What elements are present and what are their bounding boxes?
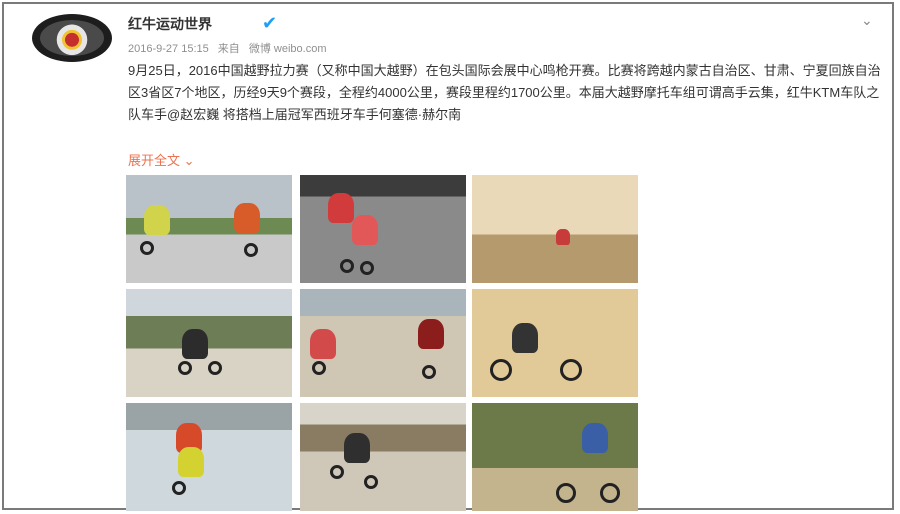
wheel-shape <box>556 483 576 503</box>
photo-4[interactable] <box>126 289 292 397</box>
post-menu-chevron-down-icon[interactable]: ⌄ <box>861 12 873 29</box>
photo-grid <box>126 175 638 511</box>
rider-shape <box>582 423 608 453</box>
wheel-shape <box>364 475 378 489</box>
rider-shape <box>556 229 570 245</box>
post-meta: 2016-9-27 15:15 来自 微博 weibo.com <box>128 40 333 56</box>
wheel-shape <box>422 365 436 379</box>
verified-badge-icon: ✔ <box>262 13 278 33</box>
wheel-shape <box>312 361 326 375</box>
post-source[interactable]: 微博 weibo.com <box>249 43 327 55</box>
expand-label[interactable]: 展开全文 <box>128 153 180 168</box>
rider-shape <box>328 193 354 223</box>
expand-full-text-link[interactable]: 展开全文 ⌄ <box>128 150 195 169</box>
wheel-shape <box>600 483 620 503</box>
photo-6[interactable] <box>472 289 638 397</box>
rider-shape <box>182 329 208 359</box>
rider-shape <box>178 447 204 477</box>
photo-2[interactable] <box>300 175 466 283</box>
weibo-post-card: 红牛运动世界 ✔ ⌄ 2016-9-27 15:15 来自 微博 weibo.c… <box>2 2 894 511</box>
post-text: 9月25日，2016中国越野拉力赛（又称中国大越野）在包头国际会展中心鸣枪开赛。… <box>128 63 881 122</box>
wheel-shape <box>340 259 354 273</box>
author-name[interactable]: 红牛运动世界 <box>128 14 212 34</box>
wheel-shape <box>178 361 192 375</box>
rider-shape <box>234 203 260 233</box>
rider-shape <box>512 323 538 353</box>
wheel-shape <box>244 243 258 257</box>
photo-8[interactable] <box>300 403 466 511</box>
post-timestamp[interactable]: 2016-9-27 15:15 <box>128 43 209 55</box>
wheel-shape <box>172 481 186 495</box>
wheel-shape <box>140 241 154 255</box>
rider-shape <box>144 205 170 235</box>
wheel-shape <box>330 465 344 479</box>
photo-5[interactable] <box>300 289 466 397</box>
wheel-shape <box>490 359 512 381</box>
chevron-down-icon: ⌄ <box>183 153 195 168</box>
wheel-shape <box>360 261 374 275</box>
rider-shape <box>344 433 370 463</box>
rider-shape <box>352 215 378 245</box>
avatar[interactable] <box>32 14 112 62</box>
photo-7[interactable] <box>126 403 292 511</box>
wheel-shape <box>560 359 582 381</box>
rider-shape <box>418 319 444 349</box>
post-source-prefix: 来自 <box>217 43 240 55</box>
rider-shape <box>310 329 336 359</box>
photo-1[interactable] <box>126 175 292 283</box>
photo-3[interactable] <box>472 175 638 283</box>
photo-9[interactable] <box>472 403 638 511</box>
wheel-shape <box>208 361 222 375</box>
